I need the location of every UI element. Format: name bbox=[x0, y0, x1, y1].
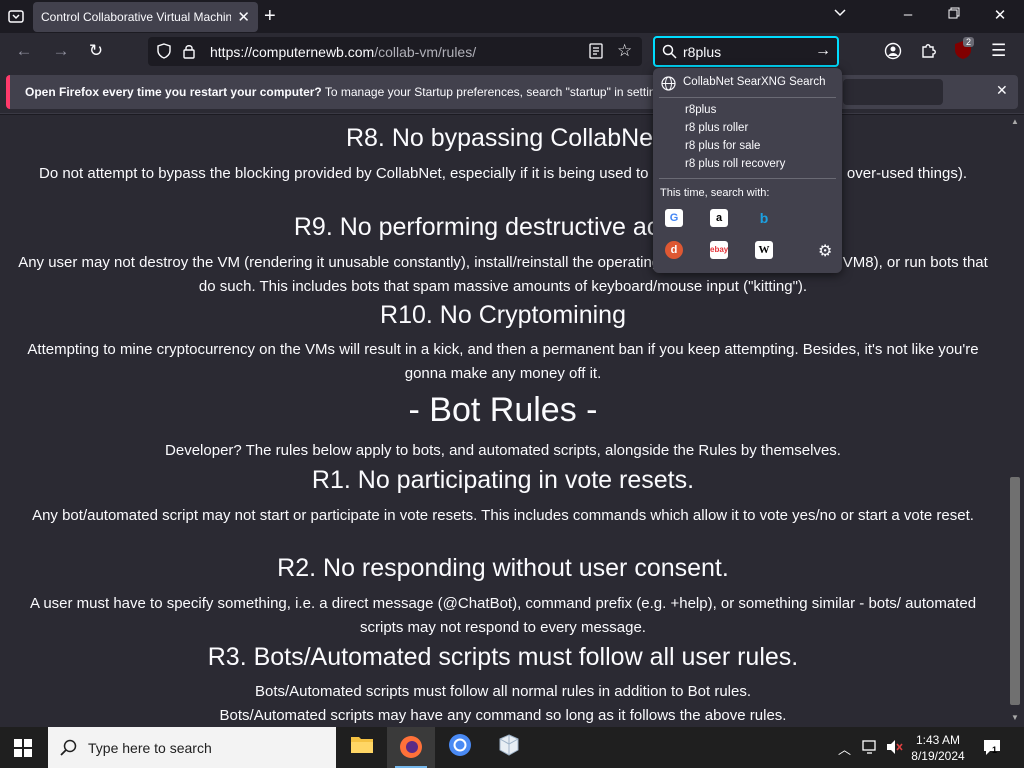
notification-action-button[interactable] bbox=[843, 79, 943, 105]
volume-muted-icon[interactable] bbox=[886, 739, 904, 760]
url-bar[interactable]: https://computernewb.com/collab-vm/rules… bbox=[148, 37, 642, 66]
url-text: https://computernewb.com/collab-vm/rules… bbox=[210, 44, 476, 60]
action-center-icon[interactable]: 1 bbox=[982, 737, 1002, 762]
this-time-search-label: This time, search with: bbox=[660, 187, 770, 199]
bing-engine-icon[interactable]: b bbox=[755, 209, 773, 227]
notification-text: To manage your Startup preferences, sear… bbox=[321, 85, 665, 99]
page-content: R8. No bypassing CollabNet Do not attemp… bbox=[0, 115, 1006, 727]
package-app-icon[interactable] bbox=[485, 733, 533, 768]
rule-r8-title: R8. No bypassing CollabNet bbox=[345, 124, 661, 152]
search-suggestions-popup: CollabNet SearXNG Search r8plus r8 plus … bbox=[653, 68, 842, 273]
clock-date: 8/19/2024 bbox=[911, 749, 965, 763]
bot-rule-r3-text-1: Bots/Automated scripts must follow all n… bbox=[254, 683, 752, 700]
notification-close-icon[interactable]: ✕ bbox=[996, 82, 1008, 99]
search-input[interactable]: r8plus bbox=[683, 44, 721, 60]
rule-r8-text: Do not attempt to bypass the blocking pr… bbox=[38, 165, 967, 182]
suggestion-item[interactable]: r8 plus roll recovery bbox=[685, 158, 785, 170]
bookmark-star-icon[interactable]: ☆ bbox=[617, 41, 632, 61]
suggestion-item[interactable]: r8 plus for sale bbox=[685, 140, 760, 152]
file-explorer-icon[interactable] bbox=[338, 733, 386, 768]
bot-rule-r1-text: Any bot/automated script may not start o… bbox=[32, 507, 974, 524]
bot-rule-r2-text: A user must have to specify something, i… bbox=[29, 595, 977, 636]
scroll-down-arrow-icon[interactable]: ▼ bbox=[1011, 713, 1019, 722]
search-icon bbox=[662, 44, 677, 64]
taskbar-search-placeholder: Type here to search bbox=[88, 740, 212, 756]
globe-icon bbox=[661, 76, 676, 91]
vertical-scrollbar[interactable]: ▲ ▼ bbox=[1006, 115, 1024, 727]
network-icon[interactable] bbox=[862, 739, 880, 760]
bot-rule-r3-title: R3. Bots/Automated scripts must follow a… bbox=[207, 643, 799, 671]
forward-icon[interactable]: → bbox=[50, 41, 72, 61]
back-icon[interactable]: ← bbox=[13, 41, 35, 61]
notification-bold-text: Open Firefox every time you restart your… bbox=[25, 85, 322, 99]
chromium-taskbar-icon[interactable] bbox=[436, 733, 484, 768]
search-go-arrow-icon[interactable]: → bbox=[815, 42, 831, 60]
hamburger-menu-icon[interactable]: ☰ bbox=[991, 41, 1006, 61]
divider bbox=[659, 97, 836, 98]
extensions-puzzle-icon[interactable] bbox=[920, 41, 938, 64]
taskbar-search-icon bbox=[60, 739, 77, 761]
duckduckgo-engine-icon[interactable]: d bbox=[665, 241, 683, 259]
windows-taskbar: Type here to search ︿ 1:43 AM 8/19/2024 … bbox=[0, 727, 1024, 768]
bot-rules-intro: Developer? The rules below apply to bots… bbox=[165, 442, 841, 459]
active-tab[interactable]: Control Collaborative Virtual Machin ✕ bbox=[33, 2, 258, 32]
lock-icon[interactable] bbox=[182, 43, 196, 64]
rule-r10-text: Attempting to mine cryptocurrency on the… bbox=[27, 341, 979, 382]
search-engine-label: CollabNet SearXNG Search bbox=[683, 76, 826, 88]
amazon-engine-icon[interactable]: a bbox=[710, 209, 728, 227]
tab-close-icon[interactable]: ✕ bbox=[237, 8, 250, 26]
startup-notification-bar: Open Firefox every time you restart your… bbox=[0, 70, 1024, 114]
tab-title: Control Collaborative Virtual Machin bbox=[41, 10, 231, 24]
bot-rules-heading: - Bot Rules - bbox=[408, 391, 598, 429]
extension-badge: 2 bbox=[963, 37, 975, 47]
ebay-engine-icon[interactable]: ebay bbox=[710, 241, 728, 259]
new-tab-icon[interactable]: + bbox=[264, 5, 276, 28]
taskbar-search-box[interactable]: Type here to search bbox=[48, 727, 336, 768]
system-clock[interactable]: 1:43 AM 8/19/2024 bbox=[906, 732, 970, 764]
url-host: https://computernewb.com bbox=[210, 44, 375, 60]
bot-rule-r3-text-2: Bots/Automated scripts may have any comm… bbox=[219, 707, 787, 724]
notification-count-badge: 1 bbox=[992, 745, 998, 755]
reload-icon[interactable]: ↻ bbox=[85, 41, 107, 61]
notification-message: Open Firefox every time you restart your… bbox=[25, 85, 665, 99]
tab-strip: Control Collaborative Virtual Machin ✕ +… bbox=[0, 0, 1024, 33]
tracking-protection-shield-icon[interactable] bbox=[156, 43, 172, 64]
windows-start-icon[interactable] bbox=[14, 739, 32, 762]
window-close-icon[interactable]: ✕ bbox=[990, 6, 1010, 24]
suggestion-item[interactable]: r8 plus roller bbox=[685, 122, 748, 134]
rule-r9-title: R9. No performing destructive actions bbox=[293, 213, 713, 241]
bot-rule-r2-title: R2. No responding without user consent. bbox=[277, 554, 729, 582]
notification-message-box: Open Firefox every time you restart your… bbox=[6, 75, 1018, 109]
tab-overflow-chevron-icon[interactable] bbox=[830, 6, 850, 24]
bot-rule-r1-title: R1. No participating in vote resets. bbox=[311, 466, 695, 494]
reader-view-icon[interactable] bbox=[589, 43, 603, 64]
ublock-extension-icon[interactable]: 2 bbox=[954, 37, 975, 60]
rule-r9-text: Any user may not destroy the VM (renderi… bbox=[18, 254, 988, 295]
previous-text-fragment bbox=[0, 115, 1006, 119]
account-icon[interactable] bbox=[884, 42, 902, 65]
url-path: /collab-vm/rules/ bbox=[374, 44, 477, 60]
search-settings-gear-icon[interactable]: ⚙ bbox=[818, 241, 832, 261]
clock-time: 1:43 AM bbox=[915, 733, 961, 747]
search-bar[interactable]: r8plus → bbox=[653, 36, 839, 67]
rule-r10-title: R10. No Cryptomining bbox=[380, 301, 626, 329]
list-all-tabs-icon[interactable] bbox=[7, 7, 25, 25]
firefox-taskbar-icon[interactable] bbox=[387, 727, 435, 768]
divider bbox=[659, 178, 836, 179]
show-hidden-icons-chevron[interactable]: ︿ bbox=[838, 739, 851, 758]
scrollbar-thumb[interactable] bbox=[1010, 477, 1020, 705]
restore-icon[interactable] bbox=[944, 6, 964, 23]
suggestion-item[interactable]: r8plus bbox=[685, 104, 716, 116]
minimize-icon[interactable]: – bbox=[898, 6, 918, 23]
scroll-up-arrow-icon[interactable]: ▲ bbox=[1011, 117, 1019, 126]
navigation-toolbar: ← → ↻ https://computernewb.com/collab-vm… bbox=[0, 33, 1024, 70]
google-engine-icon[interactable]: G bbox=[665, 209, 683, 227]
wikipedia-engine-icon[interactable]: W bbox=[755, 241, 773, 259]
